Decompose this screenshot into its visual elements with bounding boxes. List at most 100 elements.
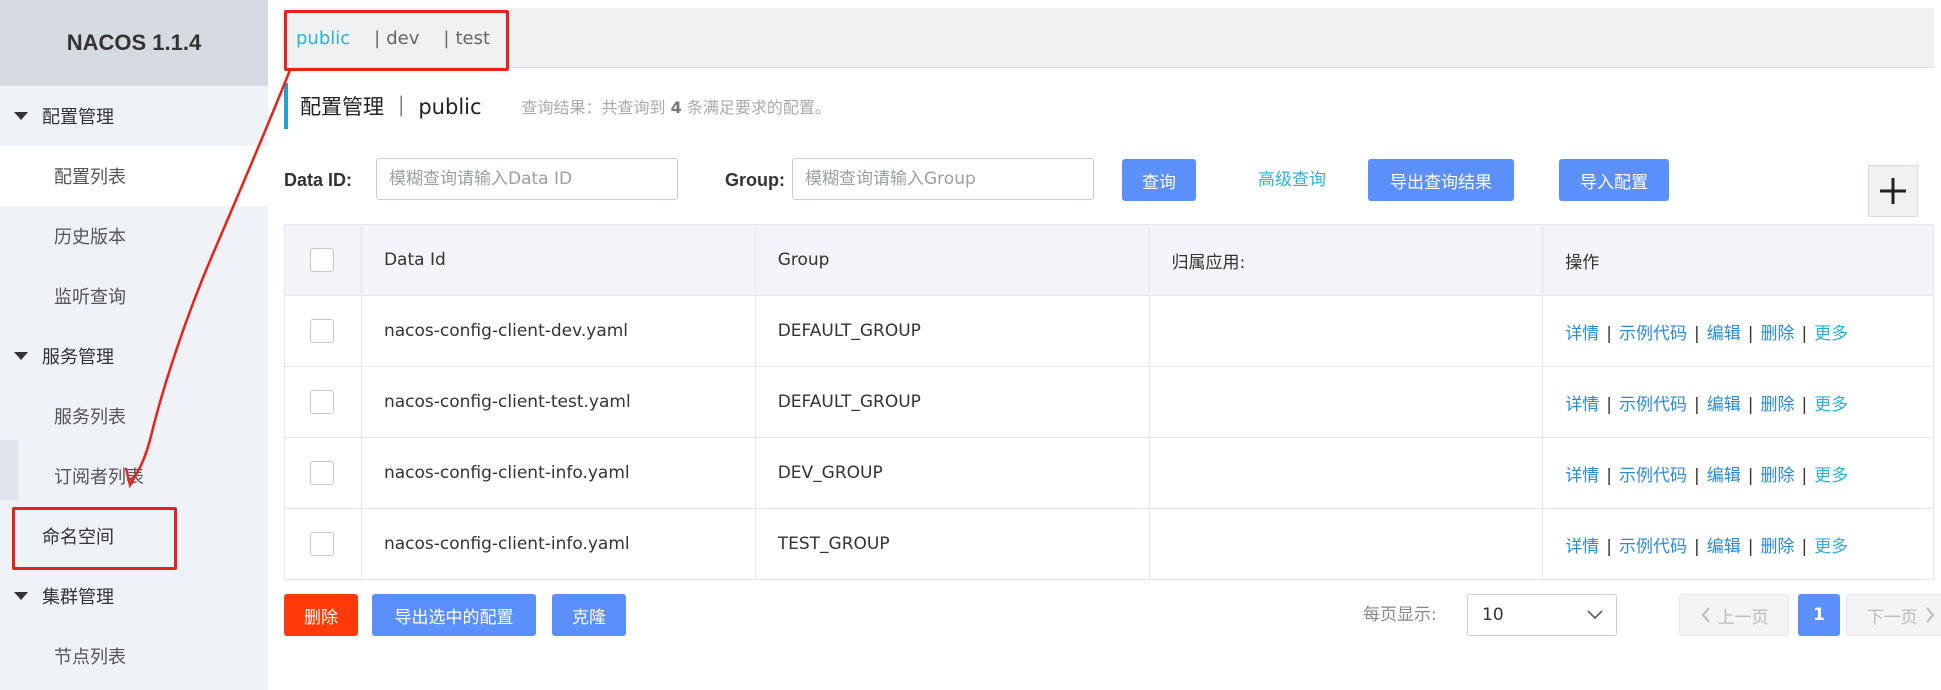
- detail-link[interactable]: 详情: [1565, 324, 1599, 344]
- nav-group-cluster-label: 集群管理: [42, 587, 114, 608]
- annotation-highlight-namespace-tabs: [284, 10, 509, 71]
- sidebar-item-history[interactable]: 历史版本: [0, 206, 268, 266]
- delete-link[interactable]: 删除: [1760, 537, 1794, 557]
- sidebar-item-listener-query[interactable]: 监听查询: [0, 266, 268, 326]
- action-separator: |: [1693, 465, 1700, 486]
- plus-icon: [1880, 178, 1906, 204]
- cell-app: [1148, 295, 1544, 367]
- sidebar-item-node-list[interactable]: 节点列表: [0, 626, 268, 686]
- row-select-cell: [284, 437, 362, 509]
- cell-app: [1148, 366, 1544, 438]
- sidebar-collapse-handle[interactable]: [0, 440, 18, 500]
- nav-group-config-label: 配置管理: [42, 107, 114, 128]
- table-row: nacos-config-client-info.yaml DEV_GROUP …: [284, 437, 1934, 509]
- cell-app: [1148, 437, 1544, 509]
- action-separator: |: [1801, 465, 1808, 486]
- more-link[interactable]: 更多: [1814, 324, 1848, 344]
- row-select-cell: [284, 508, 362, 580]
- action-separator: |: [1693, 536, 1700, 557]
- row-checkbox[interactable]: [310, 461, 335, 485]
- cell-app: [1148, 508, 1544, 580]
- cell-group: DEV_GROUP: [754, 437, 1150, 509]
- select-all-checkbox[interactable]: [310, 248, 335, 272]
- clone-button[interactable]: 克隆: [552, 594, 626, 636]
- sidebar-item-service-list[interactable]: 服务列表: [0, 386, 268, 446]
- result-suffix: 条满足要求的配置。: [686, 98, 831, 117]
- result-count: 4: [670, 98, 682, 117]
- group-search-input[interactable]: [792, 158, 1094, 200]
- delete-link[interactable]: 删除: [1760, 324, 1794, 344]
- sample-code-link[interactable]: 示例代码: [1619, 395, 1687, 415]
- page-header: 配置管理 ｜ public 查询结果：共查询到 4 条满足要求的配置。: [284, 83, 831, 129]
- export-query-result-button[interactable]: 导出查询结果: [1368, 159, 1514, 201]
- delete-link[interactable]: 删除: [1760, 395, 1794, 415]
- action-separator: |: [1606, 536, 1612, 557]
- header-app: 归属应用:: [1148, 224, 1544, 296]
- bottom-toolbar: 删除 导出选中的配置 克隆 每页显示: 10 上一页 1 下一页: [284, 594, 1941, 636]
- action-separator: |: [1693, 323, 1700, 344]
- dataid-label: Data ID:: [284, 170, 353, 190]
- sample-code-link[interactable]: 示例代码: [1619, 537, 1687, 557]
- action-separator: |: [1606, 394, 1612, 415]
- dataid-search-input[interactable]: [376, 158, 678, 200]
- sample-code-link[interactable]: 示例代码: [1619, 466, 1687, 486]
- row-checkbox[interactable]: [310, 390, 335, 414]
- sidebar-item-subscriber-list[interactable]: 订阅者列表: [0, 446, 268, 506]
- action-separator: |: [1801, 394, 1808, 415]
- more-link[interactable]: 更多: [1814, 537, 1848, 557]
- cell-group: TEST_GROUP: [754, 508, 1150, 580]
- detail-link[interactable]: 详情: [1565, 395, 1599, 415]
- cell-data-id: nacos-config-client-test.yaml: [360, 366, 756, 438]
- prev-page-button[interactable]: 上一页: [1679, 594, 1789, 636]
- cell-data-id: nacos-config-client-info.yaml: [360, 437, 756, 509]
- header-group: Group: [754, 224, 1150, 296]
- delete-link[interactable]: 删除: [1760, 466, 1794, 486]
- nav-group-cluster[interactable]: 集群管理: [0, 566, 268, 626]
- add-config-button[interactable]: [1868, 165, 1918, 217]
- delete-selected-button[interactable]: 删除: [284, 594, 358, 636]
- table-row: nacos-config-client-info.yaml TEST_GROUP…: [284, 508, 1934, 580]
- action-separator: |: [1747, 465, 1754, 486]
- caret-down-icon: [14, 592, 28, 600]
- sample-code-link[interactable]: 示例代码: [1619, 324, 1687, 344]
- advanced-query-link[interactable]: 高级查询: [1258, 158, 1326, 202]
- nav-group-service[interactable]: 服务管理: [0, 326, 268, 386]
- table-row: nacos-config-client-dev.yaml DEFAULT_GRO…: [284, 295, 1934, 367]
- chevron-down-icon: [1587, 610, 1603, 620]
- search-form: Data ID: Group: 查询 高级查询 导出查询结果 导入配置: [284, 158, 1934, 202]
- edit-link[interactable]: 编辑: [1707, 395, 1741, 415]
- cell-ops: 详情 | 示例代码 | 编辑 | 删除 | 更多: [1542, 508, 1934, 580]
- edit-link[interactable]: 编辑: [1707, 324, 1741, 344]
- nav-group-config[interactable]: 配置管理: [0, 86, 268, 146]
- nav-group-service-label: 服务管理: [42, 347, 114, 368]
- config-table: Data Id Group 归属应用: 操作 nacos-config-clie…: [284, 224, 1934, 580]
- action-separator: |: [1747, 323, 1754, 344]
- action-separator: |: [1606, 465, 1612, 486]
- result-prefix: 查询结果：共查询到: [521, 98, 666, 117]
- edit-link[interactable]: 编辑: [1707, 466, 1741, 486]
- current-page-number[interactable]: 1: [1798, 594, 1840, 636]
- more-link[interactable]: 更多: [1814, 466, 1848, 486]
- action-separator: |: [1693, 394, 1700, 415]
- row-select-cell: [284, 366, 362, 438]
- import-config-button[interactable]: 导入配置: [1559, 159, 1669, 201]
- detail-link[interactable]: 详情: [1565, 466, 1599, 486]
- annotation-highlight-namespace-menu: [12, 507, 177, 570]
- row-checkbox[interactable]: [310, 532, 335, 556]
- prev-page-label: 上一页: [1717, 607, 1769, 628]
- action-separator: |: [1801, 536, 1808, 557]
- page-size-select[interactable]: 10: [1467, 594, 1617, 636]
- cell-group: DEFAULT_GROUP: [754, 295, 1150, 367]
- query-button[interactable]: 查询: [1122, 159, 1196, 201]
- row-checkbox[interactable]: [310, 319, 335, 343]
- detail-link[interactable]: 详情: [1565, 537, 1599, 557]
- more-link[interactable]: 更多: [1814, 395, 1848, 415]
- next-page-button[interactable]: 下一页: [1846, 594, 1941, 636]
- export-selected-button[interactable]: 导出选中的配置: [372, 594, 536, 636]
- chevron-right-icon: [1925, 607, 1934, 623]
- chevron-left-icon: [1701, 607, 1710, 623]
- caret-down-icon: [14, 352, 28, 360]
- sidebar-item-config-list[interactable]: 配置列表: [0, 146, 268, 206]
- edit-link[interactable]: 编辑: [1707, 537, 1741, 557]
- action-separator: |: [1801, 323, 1808, 344]
